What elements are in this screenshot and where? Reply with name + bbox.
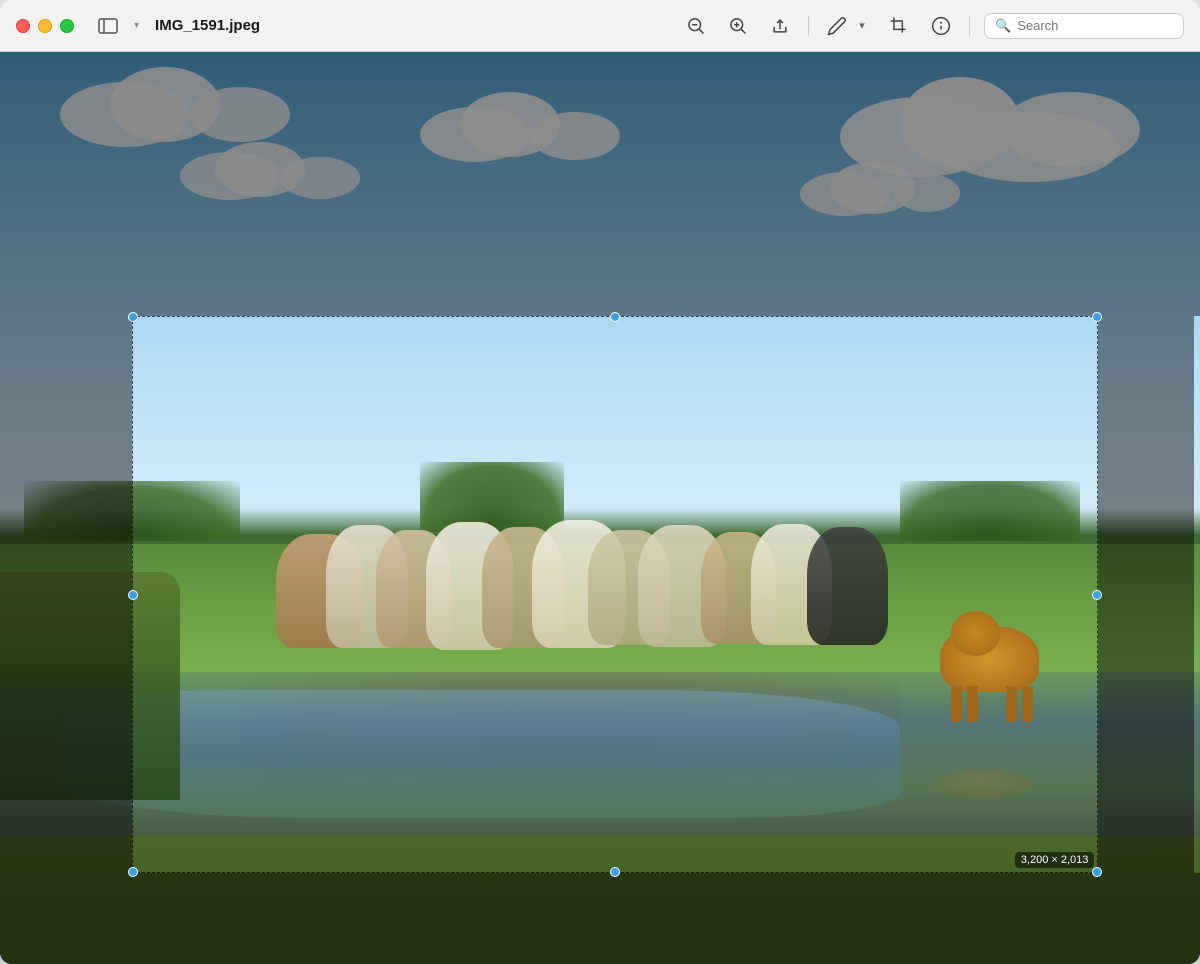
annotate-group: ▾ [823, 12, 871, 40]
search-box[interactable]: 🔍 [984, 13, 1184, 39]
minimize-button[interactable] [38, 19, 52, 33]
maximize-button[interactable] [60, 19, 74, 33]
separator-1 [808, 16, 809, 36]
annotate-button[interactable] [823, 12, 851, 40]
photo-content-area[interactable]: 3,200 × 2,013 [0, 52, 1200, 964]
search-input[interactable] [1017, 18, 1173, 33]
traffic-lights [16, 19, 74, 33]
zoom-in-button[interactable] [724, 12, 752, 40]
annotate-chevron-button[interactable]: ▾ [853, 12, 871, 40]
zoom-out-button[interactable] [682, 12, 710, 40]
titlebar: ▾ IMG_1591.jpeg [0, 0, 1200, 52]
dim-bottom [0, 873, 1200, 964]
photo-container: 3,200 × 2,013 [0, 52, 1200, 964]
sidebar-toggle-button[interactable] [94, 12, 122, 40]
chevron-down-icon: ▾ [134, 20, 139, 31]
share-button[interactable] [766, 12, 794, 40]
dim-right [1098, 316, 1194, 872]
crop-overlay: 3,200 × 2,013 [0, 52, 1200, 964]
filename-title: IMG_1591.jpeg [155, 17, 260, 34]
dim-left [0, 316, 132, 872]
dimension-label: 3,200 × 2,013 [1015, 852, 1095, 868]
close-button[interactable] [16, 19, 30, 33]
info-button[interactable] [927, 12, 955, 40]
dim-top [0, 52, 1200, 316]
search-icon: 🔍 [995, 18, 1011, 34]
toolbar-actions: ▾ 🔍 [682, 12, 1184, 40]
crop-button[interactable] [885, 12, 913, 40]
crop-border [132, 316, 1098, 872]
separator-2 [969, 16, 970, 36]
preview-window: ▾ IMG_1591.jpeg [0, 0, 1200, 964]
